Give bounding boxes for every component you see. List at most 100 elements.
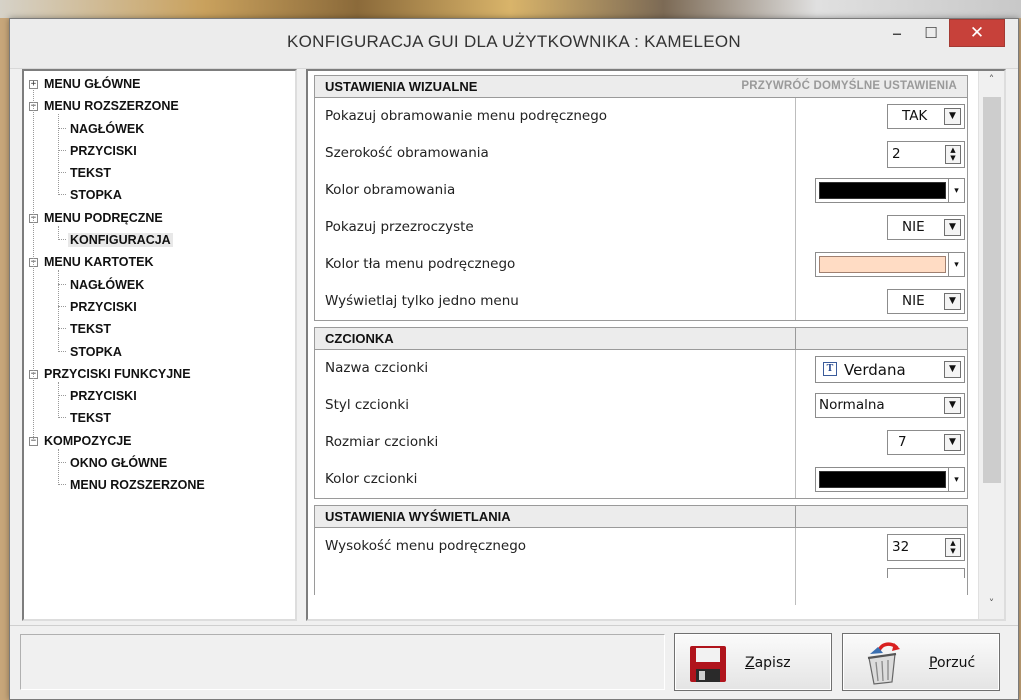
chevron-down-icon[interactable]: ▼	[944, 108, 961, 125]
tree-item[interactable]: PRZYCISKI	[24, 299, 295, 321]
row-border-width: Szerokość obramowania 2 ▲ ▼	[315, 135, 967, 172]
tree-item[interactable]: − KOMPOZYCJE	[24, 433, 295, 455]
tree-item[interactable]: NAGŁÓWEK	[24, 121, 295, 143]
maximize-button[interactable]: ☐	[915, 19, 947, 47]
display-section: USTAWIENIA WYŚWIETLANIA Wysokość menu po…	[314, 505, 968, 605]
transparent-select[interactable]: NIE ▼	[887, 215, 965, 240]
title-bar[interactable]: KONFIGURACJA GUI DLA UŻYTKOWNIKA : KAMEL…	[10, 19, 1018, 69]
tree-item[interactable]: TEKST	[24, 165, 295, 187]
tree-item[interactable]: OKNO GŁÓWNE	[24, 455, 295, 477]
tree-item-label: KONFIGURACJA	[68, 233, 173, 248]
chevron-down-icon[interactable]: ▾	[948, 468, 964, 491]
expand-icon[interactable]: +	[29, 80, 38, 89]
restore-defaults-link[interactable]: PRZYWRÓĆ DOMYŚLNE USTAWIENIA	[741, 80, 957, 92]
font-style-select[interactable]: Normalna ▼	[815, 393, 965, 418]
bg-color-picker[interactable]: ▾	[815, 252, 965, 277]
settings-panel: USTAWIENIA WIZUALNE PRZYWRÓĆ DOMYŚLNE US…	[306, 69, 1006, 621]
bottom-bar: Zapisz Porzuć	[10, 625, 1018, 699]
row-label: Kolor obramowania	[325, 182, 456, 198]
tree-item[interactable]: − MENU PODRĘCZNE	[24, 210, 295, 232]
chevron-down-icon[interactable]: ▼	[944, 293, 961, 310]
tree-item-label: PRZYCISKI	[70, 389, 137, 404]
row-label: Pokazuj przezroczyste	[325, 219, 474, 235]
partial-control	[887, 568, 965, 578]
border-color-picker[interactable]: ▾	[815, 178, 965, 203]
row-border-color: Kolor obramowania ▾	[315, 172, 967, 209]
scroll-down-icon[interactable]: ˅	[979, 597, 1004, 617]
cancel-button[interactable]: Porzuć	[842, 633, 1000, 691]
border-show-select[interactable]: TAK ▼	[887, 104, 965, 129]
single-menu-select[interactable]: NIE ▼	[887, 289, 965, 314]
tree-item-label: NAGŁÓWEK	[70, 121, 145, 136]
trash-bin-icon	[867, 642, 900, 685]
chevron-down-icon[interactable]: ▾	[948, 253, 964, 276]
chevron-down-icon[interactable]: ▼	[944, 219, 961, 236]
row-transparent: Pokazuj przezroczyste NIE ▼	[315, 209, 967, 246]
minimize-button[interactable]: –	[881, 19, 913, 47]
tree-item[interactable]: − MENU ROZSZERZONE	[24, 98, 295, 120]
floppy-disk-icon	[690, 646, 726, 682]
tree-item[interactable]: MENU ROZSZERZONE	[24, 477, 295, 499]
config-window: KONFIGURACJA GUI DLA UŻYTKOWNIKA : KAMEL…	[9, 18, 1019, 700]
chevron-down-icon[interactable]: ▼	[944, 361, 961, 378]
tree-item[interactable]: + MENU GŁÓWNE	[24, 76, 295, 98]
color-swatch	[819, 471, 946, 488]
menu-height-spinner[interactable]: 32 ▲ ▼	[887, 534, 965, 561]
section-header: USTAWIENIA WYŚWIETLANIA	[315, 506, 967, 528]
font-color-picker[interactable]: ▾	[815, 467, 965, 492]
row-label: Kolor tła menu podręcznego	[325, 256, 516, 272]
chevron-down-icon[interactable]: ▾	[948, 179, 964, 202]
vertical-scrollbar[interactable]: ˄ ˅	[978, 71, 1004, 619]
tree-item[interactable]: − MENU KARTOTEK	[24, 254, 295, 276]
tree-item[interactable]: PRZYCISKI	[24, 143, 295, 165]
row-menu-height: Wysokość menu podręcznego 32 ▲ ▼	[315, 528, 967, 565]
truetype-font-icon: T	[823, 362, 837, 376]
tree-item-label: PRZYCISKI	[70, 299, 137, 314]
tree-item[interactable]: PRZYCISKI	[24, 388, 295, 410]
settings-tree[interactable]: + MENU GŁÓWNE − MENU ROZSZERZONE NAGŁÓWEK PRZ…	[22, 69, 297, 621]
row-bg-color: Kolor tła menu podręcznego ▾	[315, 246, 967, 283]
row-label: Wyświetlaj tylko jedno menu	[325, 293, 519, 309]
chevron-down-icon[interactable]: ▼	[944, 397, 961, 414]
row-label: Rozmiar czcionki	[325, 434, 439, 450]
font-size-select[interactable]: 7 ▼	[887, 430, 965, 455]
chevron-down-icon[interactable]: ▼	[944, 434, 961, 451]
scroll-up-icon[interactable]: ˄	[979, 73, 1004, 93]
row-font-style: Styl czcionki Normalna ▼	[315, 387, 967, 424]
row-label: Nazwa czcionki	[325, 360, 429, 376]
section-header: USTAWIENIA WIZUALNE PRZYWRÓĆ DOMYŚLNE US…	[315, 76, 967, 98]
save-label: Zapisz	[745, 655, 791, 671]
tree-item-label: PRZYCISKI	[70, 143, 137, 158]
section-title: USTAWIENIA WIZUALNE	[325, 79, 478, 94]
color-swatch	[819, 256, 946, 273]
cancel-label: Porzuć	[929, 655, 976, 671]
row-label: Szerokość obramowania	[325, 145, 489, 161]
tree-item-label: KOMPOZYCJE	[44, 433, 132, 448]
font-name-select[interactable]: T Verdana ▼	[815, 356, 965, 383]
tree-item-label: MENU ROZSZERZONE	[44, 99, 179, 114]
tree-item[interactable]: STOPKA	[24, 344, 295, 366]
row-border-show: Pokazuj obramowanie menu podręcznego TAK…	[315, 98, 967, 135]
tree-item[interactable]: − PRZYCISKI FUNKCYJNE	[24, 366, 295, 388]
tree-item[interactable]: STOPKA	[24, 187, 295, 209]
spin-arrows-icon[interactable]: ▲ ▼	[945, 145, 961, 164]
section-title: CZCIONKA	[325, 331, 394, 346]
tree-item[interactable]: TEKST	[24, 410, 295, 432]
border-width-spinner[interactable]: 2 ▲ ▼	[887, 141, 965, 168]
tree-item[interactable]: TEKST	[24, 321, 295, 343]
scroll-thumb[interactable]	[983, 97, 1001, 483]
tree-item-label: MENU PODRĘCZNE	[44, 210, 163, 225]
tree-item-label: OKNO GŁÓWNE	[70, 456, 168, 471]
row-font-color: Kolor czcionki ▾	[315, 461, 967, 498]
status-field	[20, 634, 665, 690]
tree-item[interactable]: NAGŁÓWEK	[24, 277, 295, 299]
tree-item-label: STOPKA	[70, 344, 122, 359]
save-button[interactable]: Zapisz	[674, 633, 832, 691]
spin-arrows-icon[interactable]: ▲ ▼	[945, 538, 961, 557]
tree-item-label: MENU ROZSZERZONE	[70, 478, 205, 493]
close-button[interactable]: ✕	[949, 19, 1005, 47]
tree-item[interactable]: KONFIGURACJA	[24, 232, 295, 254]
row-label: Wysokość menu podręcznego	[325, 538, 527, 554]
settings-grid: USTAWIENIA WIZUALNE PRZYWRÓĆ DOMYŚLNE US…	[314, 75, 968, 605]
tree-item-label: MENU GŁÓWNE	[44, 77, 141, 91]
